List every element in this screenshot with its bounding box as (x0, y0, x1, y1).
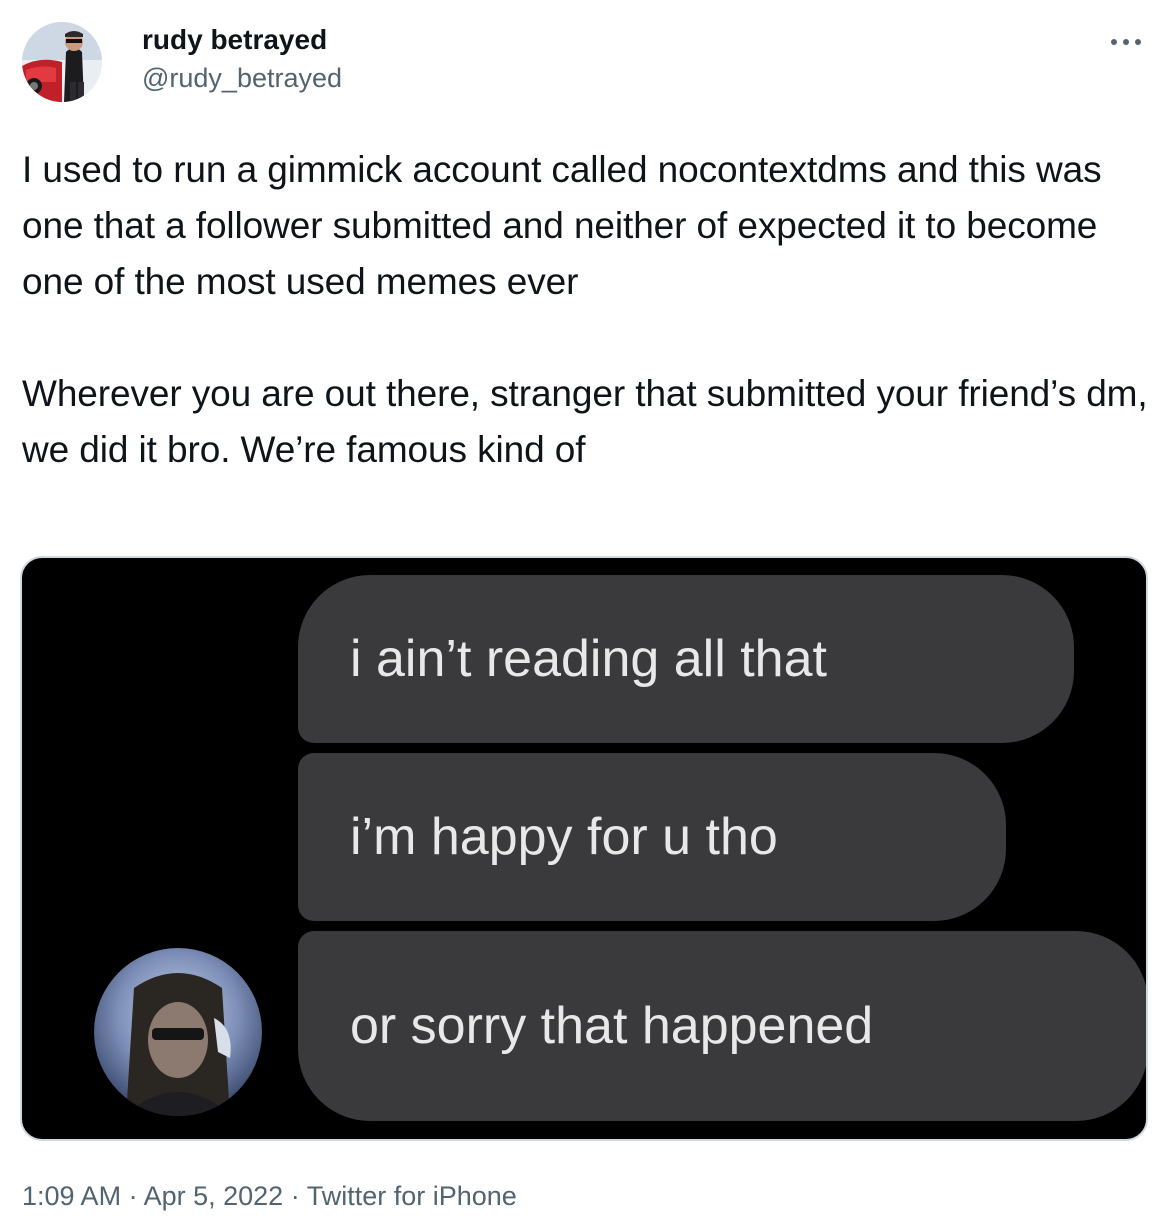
dm-sender-avatar (94, 948, 262, 1116)
profile-photo-icon (22, 22, 102, 102)
tweet-metadata: 1:09 AM · Apr 5, 2022 · Twitter for iPho… (22, 1176, 517, 1216)
message-bubble: i ain’t reading all that (298, 575, 1074, 743)
ellipsis-icon (1111, 39, 1141, 45)
more-options-button[interactable] (1108, 32, 1144, 52)
tweet-header: rudy betrayed @rudy_betrayed (22, 22, 1144, 102)
meta-separator: · (121, 1181, 144, 1211)
message-text: i ain’t reading all that (350, 630, 827, 688)
message-bubble: i’m happy for u tho (298, 753, 1006, 921)
author-names: rudy betrayed @rudy_betrayed (142, 22, 342, 96)
message-bubble: or sorry that happened (298, 931, 1146, 1121)
tweet-media-image[interactable]: i ain’t reading all that i’m happy for u… (20, 556, 1148, 1141)
tweet-text: I used to run a gimmick account called n… (22, 149, 1148, 470)
tweet-date[interactable]: Apr 5, 2022 (144, 1181, 284, 1211)
tweet-time[interactable]: 1:09 AM (22, 1181, 121, 1211)
tweet-source[interactable]: Twitter for iPhone (307, 1181, 517, 1211)
author-avatar[interactable] (22, 22, 102, 102)
message-text: or sorry that happened (350, 997, 874, 1055)
meta-separator: · (283, 1181, 307, 1211)
message-text: i’m happy for u tho (350, 808, 778, 866)
author-display-name[interactable]: rudy betrayed (142, 22, 342, 58)
dm-avatar-photo-icon (94, 948, 262, 1116)
author-handle[interactable]: @rudy_betrayed (142, 60, 342, 96)
